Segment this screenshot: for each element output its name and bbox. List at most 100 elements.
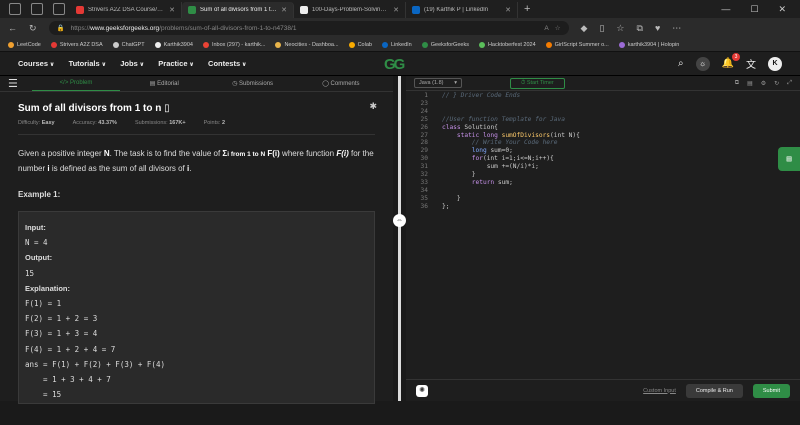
bookmark-item[interactable]: GeeksforGeeks — [421, 41, 469, 48]
translate-icon[interactable]: 文 — [746, 56, 756, 71]
bookmark-favicon-icon — [348, 41, 355, 48]
menu-item-practice[interactable]: Practice — [158, 59, 194, 68]
menu-item-courses[interactable]: Courses — [18, 59, 55, 68]
maximize-icon[interactable]: ☐ — [750, 4, 758, 15]
avatar[interactable]: K — [768, 56, 782, 71]
reload-icon[interactable]: ↻ — [29, 23, 37, 34]
problem-meta: Difficulty: Easy Accuracy: 43.37% Submis… — [18, 120, 375, 135]
explanation-line: F(1) = 1 — [25, 299, 62, 309]
line-number: 24 — [420, 107, 428, 115]
explanation-line: ans = F(1) + F(2) + F(3) + F(4) — [25, 359, 165, 369]
code-editor[interactable]: 1 23 24 25 26 27 28 29 30 31 32 33 34 35 36 // } Drive… — [406, 91, 800, 379]
extensions-icon[interactable]: ◆ — [581, 23, 588, 34]
bookmark-item[interactable]: LinkedIn — [381, 41, 412, 48]
bookmark-favicon-icon — [478, 41, 485, 48]
vertical-tabs-icon[interactable] — [53, 3, 65, 15]
line-number: 27 — [420, 131, 428, 139]
tab-problem[interactable]: </> Problem — [31, 76, 121, 91]
submissions-count: Submissions: 167K+ — [134, 120, 186, 126]
menu-item-jobs[interactable]: Jobs — [120, 59, 144, 68]
close-window-icon[interactable]: ✕ — [778, 4, 786, 15]
reset-icon[interactable]: ↻ — [774, 80, 779, 87]
bookmark-item[interactable]: LeetCode — [8, 41, 41, 48]
tab-close-icon[interactable]: ✕ — [393, 6, 399, 14]
notification-bell-icon[interactable]: 🔔 3 — [722, 53, 740, 69]
code-text[interactable]: // } Driver Code Ends //User function Te… — [432, 91, 580, 379]
tab-favicon-icon — [76, 6, 84, 14]
tab-favicon-icon — [188, 6, 196, 14]
minimize-icon[interactable]: — — [721, 4, 730, 15]
custom-input-link[interactable]: Custom Input — [643, 388, 676, 394]
submit-button[interactable]: Submit — [752, 383, 790, 398]
tab-close-icon[interactable]: ✕ — [281, 6, 287, 14]
report-bug-icon[interactable]: ✱ — [369, 101, 377, 112]
line-number: 32 — [420, 171, 428, 179]
bookmark-item[interactable]: Strivers A2Z DSA — [50, 41, 103, 48]
file-icon[interactable]: ▤ — [747, 80, 753, 87]
bookmark-item[interactable]: ChatGPT — [112, 41, 145, 48]
tab-close-icon[interactable]: ✕ — [505, 6, 511, 14]
resize-handle-icon[interactable]: ⇔ — [393, 214, 406, 227]
hint-bulb-icon[interactable]: ✺ — [416, 384, 428, 397]
tab-submissions[interactable]: ◷ Submissions — [208, 76, 296, 91]
bookmark-favicon-icon — [275, 41, 282, 48]
problem-title: Sum of all divisors from 1 to n ▯ — [18, 103, 170, 114]
browser-tab[interactable]: 100-Days-Problem-Solving/Day ...✕ — [294, 2, 406, 18]
browser-tab[interactable]: (19) Karthik P | LinkedIn ✕ — [406, 2, 518, 18]
copy-icon[interactable]: ⧉ — [735, 80, 739, 87]
accuracy: Accuracy: 43.37% — [72, 120, 117, 126]
line-number: 36 — [420, 202, 428, 210]
theme-toggle-icon[interactable]: ☼ — [695, 56, 710, 71]
difficulty: Difficulty: Easy — [18, 120, 55, 126]
tab-editorial[interactable]: ▤ Editorial — [120, 76, 208, 91]
browser-essentials-icon[interactable]: ♥ — [655, 23, 660, 33]
pane-divider[interactable]: ⇔ — [393, 76, 406, 401]
bookmark-item[interactable]: Hacktoberfest 2024 — [478, 41, 536, 48]
menu-icon[interactable]: ⋯ — [672, 23, 681, 34]
bookmark-favicon-icon — [618, 41, 625, 48]
tab-title: Sum of all divisors from 1 to n | P... — [200, 7, 277, 13]
browser-tab[interactable]: Strivers A2Z DSA Course/Sheet - ... ✕ — [70, 2, 182, 18]
language-select[interactable]: Java (1.8) ▾ — [414, 78, 462, 88]
new-tab-icon[interactable]: + — [524, 3, 530, 15]
favorites-icon[interactable]: ☆ — [616, 23, 624, 34]
workspaces-icon[interactable] — [9, 3, 21, 15]
menu-item-contests[interactable]: Contests — [208, 59, 247, 68]
browser-tab-strip: Strivers A2Z DSA Course/Sheet - ...✕Sum … — [0, 0, 800, 18]
bookmark-icon[interactable]: ▯ — [164, 103, 170, 114]
split-screen-icon[interactable]: ▯ — [599, 23, 604, 34]
back-icon[interactable]: ← — [8, 23, 17, 33]
tab-actions-icon[interactable] — [31, 3, 43, 15]
bookmark-favicon-icon — [202, 41, 209, 48]
line-number: 30 — [420, 155, 428, 163]
read-aloud-icon[interactable]: A — [544, 25, 548, 32]
browser-tab[interactable]: Sum of all divisors from 1 to n | P... ✕ — [182, 2, 294, 18]
bookmark-item[interactable]: Karthik3904 — [154, 41, 193, 48]
bookmark-item[interactable]: Neocities - Dashboa... — [275, 41, 339, 48]
hamburger-menu-icon[interactable]: ☰ — [8, 77, 18, 90]
points: Points: 2 — [203, 120, 225, 126]
gfg-logo[interactable]: GG — [384, 56, 405, 73]
explanation-line: F(3) = 1 + 3 = 4 — [25, 329, 98, 339]
menu-item-tutorials[interactable]: Tutorials — [69, 59, 107, 68]
start-timer-button[interactable]: ⏱ Start Timer — [510, 77, 565, 89]
settings-icon[interactable]: ⚙ — [761, 80, 766, 87]
line-number: 26 — [420, 123, 428, 131]
tab-comments[interactable]: ◯ Comments — [297, 76, 385, 91]
bookmark-item[interactable]: karthik3904 | Holopin — [618, 41, 679, 48]
favorite-star-icon[interactable]: ☆ — [555, 24, 561, 32]
compile-run-button[interactable]: Compile & Run — [685, 383, 743, 398]
line-number: 33 — [420, 178, 428, 186]
search-icon[interactable]: ⌕ — [678, 58, 684, 69]
bookmark-item[interactable]: Inbox (297) - karthik... — [202, 41, 265, 48]
tab-close-icon[interactable]: ✕ — [169, 6, 175, 14]
chat-icon[interactable]: ▤ — [778, 147, 800, 171]
collections-icon[interactable]: ⧉ — [637, 23, 643, 34]
window-controls: — ☐ ✕ — [721, 4, 800, 15]
explanation-line: = 1 + 3 + 4 + 7 — [25, 375, 111, 385]
fullscreen-icon[interactable]: ⤢ — [787, 80, 792, 87]
bookmark-item[interactable]: GirlScript Summer o... — [545, 41, 609, 48]
address-bar[interactable]: 🔒 https://www.geeksforgeeks.org/problems… — [48, 21, 569, 35]
url-text: https://www.geeksforgeeks.org/problems/s… — [70, 24, 297, 32]
bookmark-item[interactable]: Colab — [348, 41, 372, 48]
